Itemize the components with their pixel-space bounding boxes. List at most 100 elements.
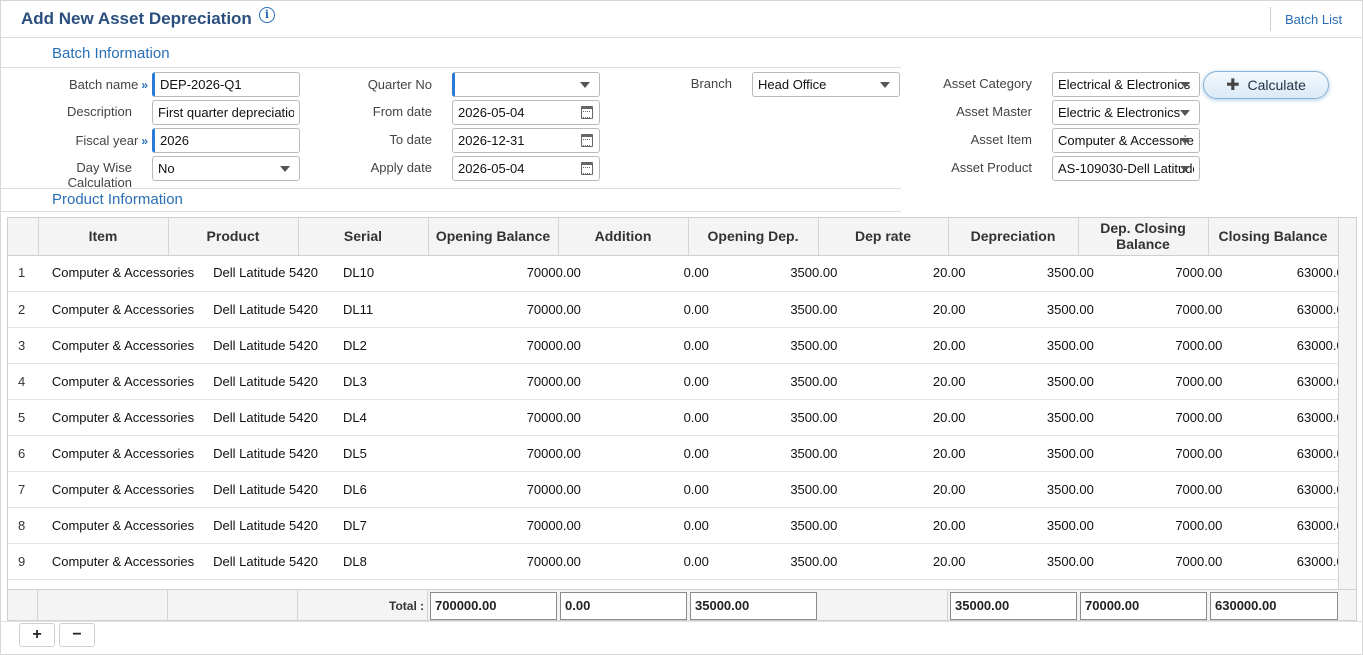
table-row[interactable]: 1 Computer & Accessories Dell Latitude 542…: [8, 255, 1356, 292]
column-header[interactable]: Serial: [298, 218, 429, 256]
table-cell[interactable]: Computer & Accessories: [37, 471, 200, 508]
asset-category-select[interactable]: Electrical & Electronics: [1052, 72, 1200, 97]
table-cell[interactable]: 0.00: [585, 327, 714, 364]
asset-master-select[interactable]: Electric & Electronics: [1052, 100, 1200, 125]
table-cell[interactable]: 0.00: [585, 507, 714, 544]
table-cell[interactable]: 3500.00: [713, 363, 843, 400]
table-row[interactable]: 5 Computer & Accessories Dell Latitude 542…: [8, 399, 1356, 436]
table-cell[interactable]: Computer & Accessories: [37, 507, 200, 544]
table-cell[interactable]: 3500.00: [713, 435, 843, 472]
column-header[interactable]: Item: [38, 218, 169, 256]
table-cell[interactable]: 7000.00: [1098, 255, 1228, 292]
table-cell[interactable]: 3500.00: [970, 543, 1099, 580]
table-cell[interactable]: 20.00: [842, 543, 971, 580]
table-cell[interactable]: 7000.00: [1098, 543, 1228, 580]
column-header[interactable]: Depreciation: [948, 218, 1079, 256]
table-cell[interactable]: Dell Latitude 5420: [199, 399, 330, 436]
table-cell[interactable]: 3500.00: [970, 327, 1099, 364]
table-cell[interactable]: 63000.00: [1227, 363, 1356, 400]
table-cell[interactable]: Computer & Accessories: [37, 255, 200, 292]
table-cell[interactable]: 20.00: [842, 255, 971, 292]
from-date-input[interactable]: 2026-05-04: [452, 100, 600, 125]
table-row[interactable]: 6 Computer & Accessories Dell Latitude 542…: [8, 435, 1356, 472]
table-cell[interactable]: 3500.00: [713, 399, 843, 436]
table-cell[interactable]: 3500.00: [713, 471, 843, 508]
calculate-button[interactable]: ✚ Calculate: [1203, 71, 1329, 99]
table-cell[interactable]: 0.00: [585, 471, 714, 508]
branch-select[interactable]: Head Office: [752, 72, 900, 97]
day-wise-calculation-select[interactable]: No: [152, 156, 300, 181]
table-cell[interactable]: 63000.00: [1227, 471, 1356, 508]
table-cell[interactable]: 3500.00: [970, 363, 1099, 400]
table-cell[interactable]: Dell Latitude 5420: [199, 543, 330, 580]
asset-product-select[interactable]: AS-109030-Dell Latitude 5420: [1052, 156, 1200, 181]
table-cell[interactable]: 3500.00: [970, 435, 1099, 472]
table-cell[interactable]: Dell Latitude 5420: [199, 363, 330, 400]
table-cell[interactable]: DL7: [329, 507, 458, 544]
table-cell[interactable]: 3500.00: [970, 471, 1099, 508]
table-cell[interactable]: 70000.00: [457, 255, 586, 292]
column-header[interactable]: Addition: [558, 218, 689, 256]
table-cell[interactable]: Dell Latitude 5420: [199, 291, 330, 328]
table-cell[interactable]: 70000.00: [457, 543, 586, 580]
table-cell[interactable]: DL11: [329, 291, 458, 328]
table-cell[interactable]: 63000.00: [1227, 327, 1356, 364]
table-cell[interactable]: 7000.00: [1098, 399, 1228, 436]
table-cell[interactable]: 3500.00: [970, 507, 1099, 544]
table-cell[interactable]: DL4: [329, 399, 458, 436]
table-cell[interactable]: 70000.00: [457, 471, 586, 508]
table-cell[interactable]: 70000.00: [457, 363, 586, 400]
table-cell[interactable]: 0.00: [585, 543, 714, 580]
table-cell[interactable]: 7000.00: [1098, 507, 1228, 544]
info-icon[interactable]: i: [259, 7, 275, 23]
table-cell[interactable]: Computer & Accessories: [37, 291, 200, 328]
table-cell[interactable]: 70000.00: [457, 435, 586, 472]
table-cell[interactable]: DL10: [329, 255, 458, 292]
table-cell[interactable]: Dell Latitude 5420: [199, 471, 330, 508]
table-cell[interactable]: 70000.00: [457, 291, 586, 328]
table-cell[interactable]: 0.00: [585, 291, 714, 328]
table-cell[interactable]: 63000.00: [1227, 435, 1356, 472]
table-cell[interactable]: Computer & Accessories: [37, 363, 200, 400]
table-cell[interactable]: 7000.00: [1098, 471, 1228, 508]
table-cell[interactable]: Dell Latitude 5420: [199, 435, 330, 472]
table-cell[interactable]: 20.00: [842, 399, 971, 436]
table-cell[interactable]: 0.00: [585, 255, 714, 292]
table-cell[interactable]: 70000.00: [457, 399, 586, 436]
table-cell[interactable]: 63000.00: [1227, 399, 1356, 436]
table-cell[interactable]: Dell Latitude 5420: [199, 255, 330, 292]
table-cell[interactable]: 3500.00: [713, 543, 843, 580]
table-cell[interactable]: DL3: [329, 363, 458, 400]
table-cell[interactable]: 3500.00: [970, 291, 1099, 328]
table-row[interactable]: 2 Computer & Accessories Dell Latitude 542…: [8, 291, 1356, 328]
remove-row-button[interactable]: −: [59, 623, 95, 647]
table-cell[interactable]: DL6: [329, 471, 458, 508]
table-cell[interactable]: 7000.00: [1098, 327, 1228, 364]
column-header[interactable]: Dep. Closing Balance: [1078, 218, 1209, 256]
batch-list-link[interactable]: Batch List: [1285, 12, 1342, 27]
column-header[interactable]: Dep rate: [818, 218, 949, 256]
table-cell[interactable]: Computer & Accessories: [37, 543, 200, 580]
table-cell[interactable]: 63000.00: [1227, 543, 1356, 580]
table-cell[interactable]: 70000.00: [457, 327, 586, 364]
table-cell[interactable]: 20.00: [842, 435, 971, 472]
grid-scrollbar[interactable]: [1338, 218, 1356, 589]
table-row[interactable]: 3 Computer & Accessories Dell Latitude 542…: [8, 327, 1356, 364]
table-cell[interactable]: Computer & Accessories: [37, 327, 200, 364]
table-row[interactable]: 4 Computer & Accessories Dell Latitude 542…: [8, 363, 1356, 400]
apply-date-input[interactable]: 2026-05-04: [452, 156, 600, 181]
table-cell[interactable]: 3500.00: [713, 291, 843, 328]
table-cell[interactable]: DL8: [329, 543, 458, 580]
asset-item-select[interactable]: Computer & Accessories: [1052, 128, 1200, 153]
add-row-button[interactable]: +: [19, 623, 55, 647]
batch-name-input[interactable]: DEP-2026-Q1: [152, 72, 300, 97]
table-cell[interactable]: Computer & Accessories: [37, 399, 200, 436]
table-cell[interactable]: 70000.00: [457, 507, 586, 544]
table-cell[interactable]: 20.00: [842, 507, 971, 544]
table-cell[interactable]: 20.00: [842, 291, 971, 328]
table-cell[interactable]: 63000.00: [1227, 507, 1356, 544]
column-header-index[interactable]: [8, 218, 39, 256]
table-cell[interactable]: 3500.00: [970, 399, 1099, 436]
description-input[interactable]: First quarter depreciation: [152, 100, 300, 125]
table-cell[interactable]: 0.00: [585, 435, 714, 472]
